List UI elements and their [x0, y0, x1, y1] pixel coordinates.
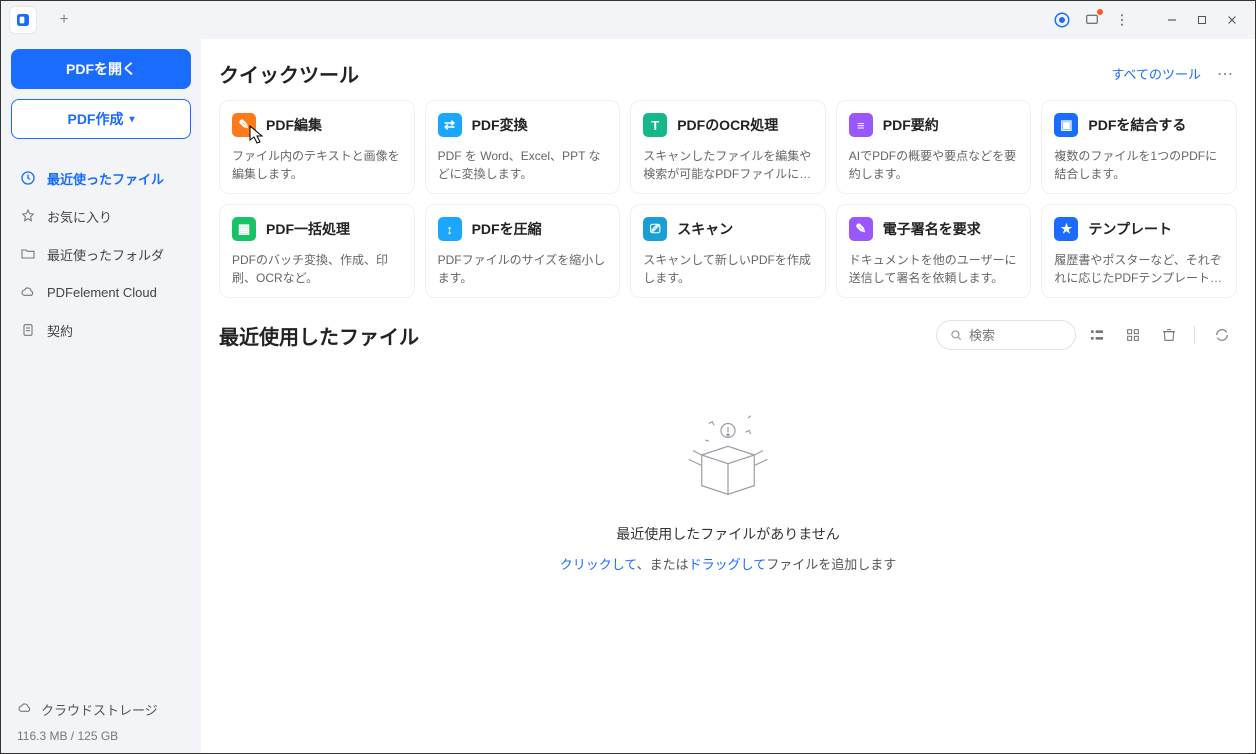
refresh-icon[interactable] — [1207, 320, 1237, 350]
sidebar-item-label: 最近使ったフォルダ — [47, 245, 164, 264]
empty-message: 最近使用したファイルがありません — [616, 524, 840, 544]
more-icon[interactable]: ⋯ — [1213, 64, 1237, 84]
star-icon — [19, 207, 37, 225]
quick-tools-header: クイックツール すべてのツール ⋯ — [219, 59, 1237, 88]
tool-card-title: PDF一括処理 — [266, 219, 350, 239]
sidebar-item-label: 最近使ったファイル — [47, 169, 164, 188]
quick-tools-grid: ✎ PDF編集ファイル内のテキストと画像を編集します。 ⇄ PDF変換 PDF を Wo… — [219, 100, 1237, 298]
compress-icon: ↕ — [438, 217, 462, 241]
list-view-icon[interactable] — [1082, 320, 1112, 350]
main: クイックツール すべてのツール ⋯ ✎ PDF編集ファイル内のテキストと画像を編集… — [201, 39, 1255, 753]
tool-card-sign[interactable]: ✎ 電子署名を要求ドキュメントを他のユーザーに送信して署名を依頼します。 — [836, 204, 1032, 298]
search-box[interactable] — [936, 320, 1076, 350]
scan-icon: ⎚ — [643, 217, 667, 241]
tool-card-compress[interactable]: ↕ PDFを圧縮 PDFファイルのサイズを縮小します。 — [425, 204, 621, 298]
tool-card-title: PDFを結合する — [1088, 115, 1186, 135]
template-icon: ★ — [1054, 217, 1078, 241]
tool-card-ocr[interactable]: T PDFのOCR処理スキャンしたファイルを編集や検索が可能なPDFファイルに… — [630, 100, 826, 194]
empty-box-icon — [658, 400, 798, 510]
tool-card-title: PDFを圧縮 — [472, 219, 542, 239]
close-button[interactable] — [1217, 5, 1247, 35]
cloud-storage-label: クラウドストレージ — [41, 700, 158, 719]
new-tab-button[interactable]: + — [49, 5, 79, 35]
cloud-usage: 116.3 MB / 125 GB — [11, 723, 191, 743]
kebab-menu-icon[interactable] — [1107, 5, 1137, 35]
empty-sep: 、または — [637, 557, 689, 572]
tool-card-summarize[interactable]: ≡ PDF要約 AIでPDFの概要や要点などを要約します。 — [836, 100, 1032, 194]
tool-card-scan[interactable]: ⎚ スキャンスキャンして新しいPDFを作成します。 — [630, 204, 826, 298]
recent-header: 最近使用したファイル — [219, 320, 1237, 350]
sidebar-item-label: PDFelement Cloud — [47, 285, 157, 300]
empty-hint: クリックして、またはドラッグしてファイルを追加します — [560, 554, 897, 573]
search-icon — [949, 328, 963, 342]
tool-card-desc: PDFのバッチ変換、作成、印刷、OCRなど。 — [232, 251, 402, 287]
divider — [1194, 326, 1195, 344]
quick-tools-title: クイックツール — [219, 59, 359, 88]
minimize-button[interactable] — [1157, 5, 1187, 35]
recent-title: 最近使用したファイル — [219, 321, 419, 350]
sidebar: PDFを開く PDF作成 ▾ 最近使ったファイル お気に入り 最近使ったフォルダ… — [1, 39, 201, 753]
create-pdf-button[interactable]: PDF作成 ▾ — [11, 99, 191, 139]
sidebar-item-label: お気に入り — [47, 207, 112, 226]
delete-icon[interactable] — [1154, 320, 1184, 350]
tool-card-title: スキャン — [677, 219, 733, 239]
tool-card-edit[interactable]: ✎ PDF編集ファイル内のテキストと画像を編集します。 — [219, 100, 415, 194]
tool-card-desc: PDF を Word、Excel、PPT などに変換します。 — [438, 147, 608, 183]
cloud-icon — [17, 700, 33, 719]
tool-card-desc: スキャンして新しいPDFを作成します。 — [643, 251, 813, 287]
empty-add: ファイルを追加します — [766, 557, 896, 572]
tool-card-desc: ドキュメントを他のユーザーに送信して署名を依頼します。 — [849, 251, 1019, 287]
tool-card-merge[interactable]: ▣ PDFを結合する複数のファイルを1つのPDFに結合します。 — [1041, 100, 1237, 194]
all-tools-link[interactable]: すべてのツール — [1111, 64, 1201, 83]
sidebar-item-favorites[interactable]: お気に入り — [11, 197, 191, 235]
search-input[interactable] — [969, 328, 1049, 343]
app-logo[interactable] — [9, 6, 37, 34]
sidebar-item-recent-folders[interactable]: 最近使ったフォルダ — [11, 235, 191, 273]
open-pdf-button[interactable]: PDFを開く — [11, 49, 191, 89]
tool-card-title: PDF要約 — [883, 115, 939, 135]
maximize-button[interactable] — [1187, 5, 1217, 35]
tool-card-template[interactable]: ★ テンプレート履歴書やポスターなど、それぞれに応じたPDFテンプレート… — [1041, 204, 1237, 298]
cloud-storage-row[interactable]: クラウドストレージ — [11, 696, 191, 723]
tool-card-title: PDF編集 — [266, 115, 322, 135]
cloud-icon — [19, 283, 37, 301]
tool-card-batch[interactable]: ▦ PDF一括処理 PDFのバッチ変換、作成、印刷、OCRなど。 — [219, 204, 415, 298]
ocr-icon: T — [643, 113, 667, 137]
batch-icon: ▦ — [232, 217, 256, 241]
sidebar-item-cloud[interactable]: PDFelement Cloud — [11, 273, 191, 311]
grid-view-icon[interactable] — [1118, 320, 1148, 350]
tool-card-desc: AIでPDFの概要や要点などを要約します。 — [849, 147, 1019, 183]
help-icon[interactable] — [1047, 5, 1077, 35]
drag-link[interactable]: ドラッグして — [689, 557, 767, 572]
folder-icon — [19, 245, 37, 263]
tool-card-title: テンプレート — [1088, 219, 1172, 239]
tool-card-desc: PDFファイルのサイズを縮小します。 — [438, 251, 608, 287]
sidebar-item-recent[interactable]: 最近使ったファイル — [11, 159, 191, 197]
notification-icon[interactable] — [1077, 5, 1107, 35]
edit-icon: ✎ — [232, 113, 256, 137]
tool-card-title: PDFのOCR処理 — [677, 115, 778, 135]
merge-icon: ▣ — [1054, 113, 1078, 137]
tool-card-desc: ファイル内のテキストと画像を編集します。 — [232, 147, 402, 183]
convert-icon: ⇄ — [438, 113, 462, 137]
empty-state: 最近使用したファイルがありません クリックして、またはドラッグしてファイルを追加… — [219, 360, 1237, 573]
tool-card-title: 電子署名を要求 — [883, 219, 981, 239]
tool-card-title: PDF変換 — [472, 115, 528, 135]
titlebar: + — [1, 1, 1255, 39]
click-link[interactable]: クリックして — [560, 557, 637, 572]
clock-icon — [19, 169, 37, 187]
tool-card-convert[interactable]: ⇄ PDF変換 PDF を Word、Excel、PPT などに変換します。 — [425, 100, 621, 194]
chevron-down-icon: ▾ — [129, 114, 134, 125]
tool-card-desc: 複数のファイルを1つのPDFに結合します。 — [1054, 147, 1224, 183]
summarize-icon: ≡ — [849, 113, 873, 137]
sidebar-item-label: 契約 — [47, 321, 73, 340]
tool-card-desc: 履歴書やポスターなど、それぞれに応じたPDFテンプレート… — [1054, 251, 1224, 287]
sign-icon: ✎ — [849, 217, 873, 241]
create-pdf-label: PDF作成 — [67, 109, 123, 129]
sidebar-item-contracts[interactable]: 契約 — [11, 311, 191, 349]
document-icon — [19, 321, 37, 339]
tool-card-desc: スキャンしたファイルを編集や検索が可能なPDFファイルに… — [643, 147, 813, 183]
